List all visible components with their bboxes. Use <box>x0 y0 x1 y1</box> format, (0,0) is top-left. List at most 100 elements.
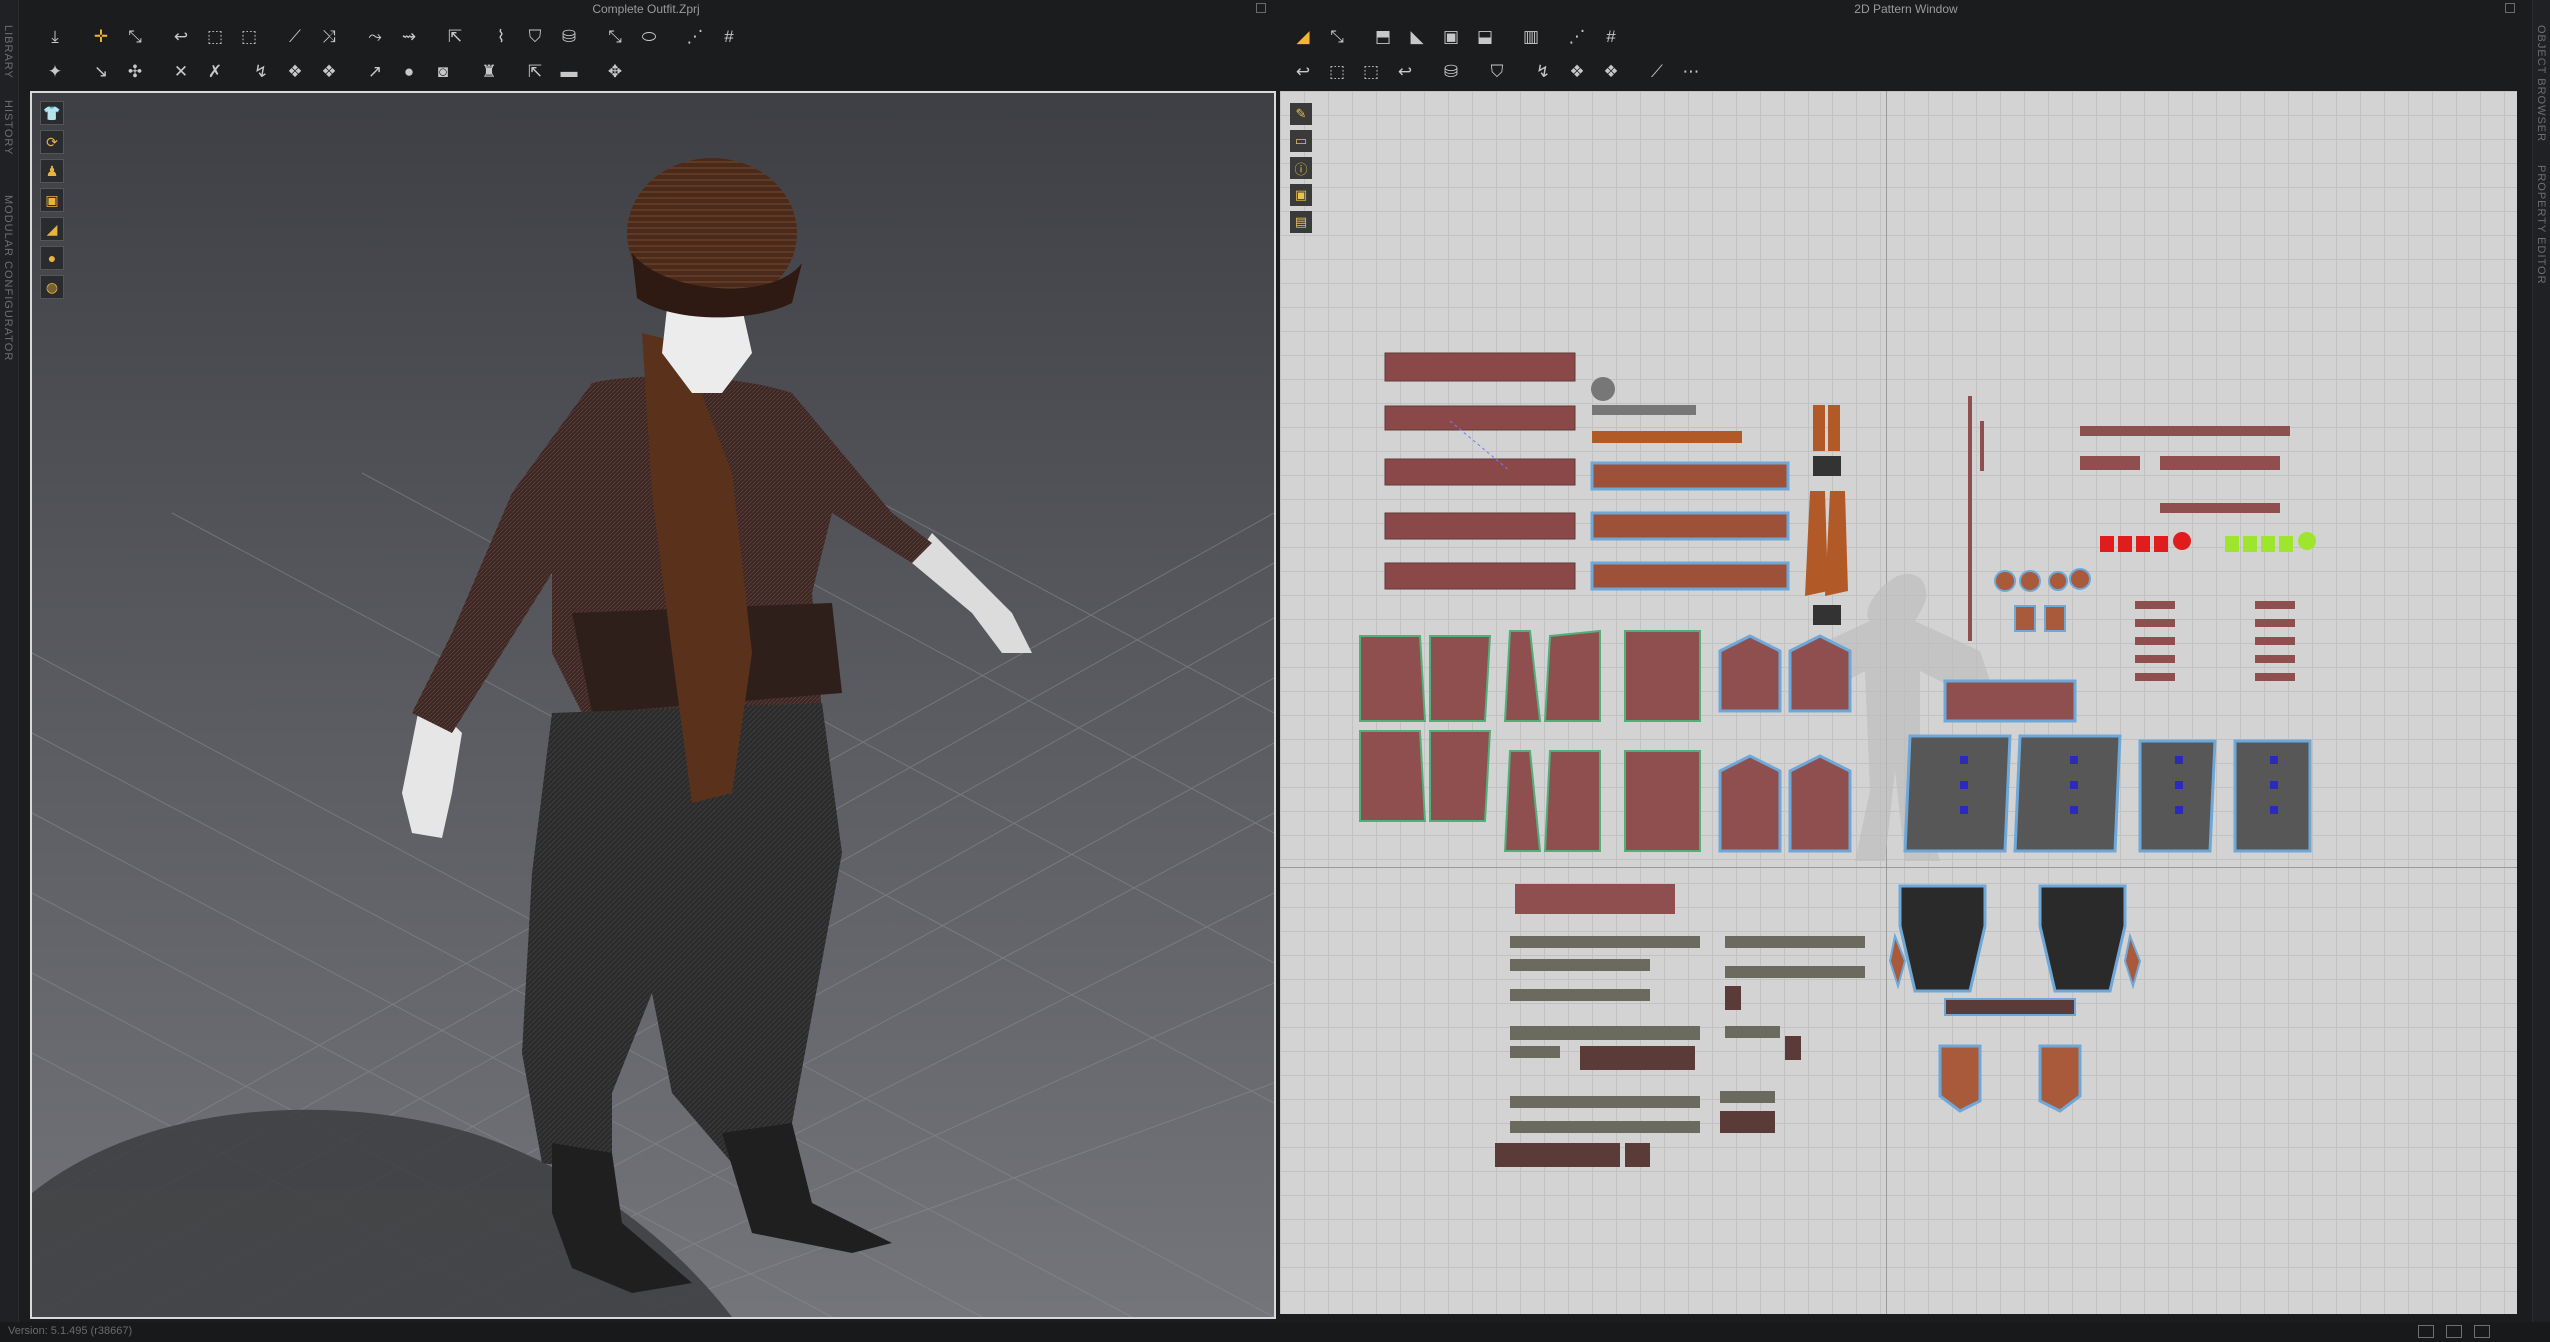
strap-icon[interactable]: ⬭ <box>634 22 664 50</box>
fold-arrange-icon[interactable]: ▬ <box>554 57 584 85</box>
status-bar: Version: 5.1.495 (r38667) <box>0 1322 2550 1342</box>
trim-icon[interactable]: ✣ <box>120 57 150 85</box>
tape-icon[interactable]: ↘ <box>86 57 116 85</box>
simulate-icon[interactable]: ⤓ <box>40 22 70 50</box>
viewport-3d-tools: 👕 ⟳ ♟ ▣ ◢ ● ◍ <box>40 101 64 299</box>
person-icon[interactable]: ● <box>40 246 64 270</box>
polygon-icon[interactable]: ⟋ <box>280 22 310 50</box>
window-2d-title: 2D Pattern Window <box>1854 2 1958 16</box>
strips-top-left <box>1384 352 1576 590</box>
pencil-icon[interactable]: ✎ <box>1290 103 1312 125</box>
globe-icon[interactable]: ◍ <box>40 275 64 299</box>
trace-icon[interactable]: # <box>1596 22 1626 50</box>
measure-icon[interactable]: ⟋ <box>1642 57 1672 85</box>
trim-green-pieces <box>2225 532 2316 552</box>
texture-icon[interactable]: ▣ <box>40 188 64 212</box>
texture-icon[interactable]: ▣ <box>1290 184 1312 206</box>
sculpt-icon[interactable]: ♜ <box>474 57 504 85</box>
select-icon[interactable]: ▭ <box>1290 130 1312 152</box>
property-editor-tab[interactable]: PROPERTY EDITOR <box>2535 165 2547 285</box>
pin-icon[interactable]: ↯ <box>1528 57 1558 85</box>
popout-3d-icon[interactable] <box>1256 3 1266 13</box>
grid-icon[interactable]: # <box>714 22 744 50</box>
history-tab[interactable]: HISTORY <box>2 100 14 156</box>
layer-icon[interactable]: ⇱ <box>520 57 550 85</box>
select-mesh-icon[interactable]: ⤡ <box>120 22 150 50</box>
edit-curvature-icon[interactable]: ⬒ <box>1368 22 1398 50</box>
pin-icon[interactable]: ⌇ <box>486 22 516 50</box>
dart-icon[interactable]: ⋰ <box>1562 22 1592 50</box>
tack-icon[interactable]: ⇱ <box>440 22 470 50</box>
free-sew-icon[interactable]: ↩ <box>1390 57 1420 85</box>
avatar-pose-icon[interactable]: ✦ <box>40 57 70 85</box>
sleeve-pieces <box>1718 634 1852 853</box>
toolbar-3d-row1: ⤓ ✛ ⤡ ↩ ⬚ ⬚ ⟋ ⤨ ⤳ ⇝ ⇱ ⌇ ⛉ ⛁ ⤡ ⬭ ⋰ # <box>40 19 744 53</box>
trim-red-pieces <box>2100 532 2191 552</box>
free-sew-icon[interactable]: ↗ <box>360 57 390 85</box>
graphic-icon[interactable]: ◙ <box>428 57 458 85</box>
pouches <box>1994 568 2091 632</box>
transform-icon[interactable]: ⬚ <box>200 22 230 50</box>
add-point-icon[interactable]: ◣ <box>1402 22 1432 50</box>
symmetry-icon[interactable]: ↯ <box>246 57 276 85</box>
layout-2d-icon[interactable] <box>2474 1325 2490 1338</box>
segment-icon[interactable]: ▥ <box>1516 22 1546 50</box>
rectangle-icon[interactable]: ▣ <box>1436 22 1466 50</box>
seam-allowance-icon[interactable]: ⬚ <box>1322 57 1352 85</box>
edit-pattern-icon[interactable]: ↩ <box>166 22 196 50</box>
object-browser-tab[interactable]: OBJECT BROWSER <box>2535 25 2547 142</box>
edit-pattern-icon[interactable]: ⤡ <box>1322 22 1352 50</box>
pants <box>522 703 842 1173</box>
zipper-icon[interactable]: ⤡ <box>600 22 630 50</box>
sphere-icon[interactable]: ● <box>394 57 424 85</box>
vest-pieces <box>1903 679 2312 853</box>
rectangle-icon[interactable]: ⤨ <box>314 22 344 50</box>
flatten-icon[interactable]: ◢ <box>40 217 64 241</box>
toolbar-3d-row2: ✦ ↘ ✣ ✕ ✗ ↯ ❖ ❖ ↗ ● ◙ ♜ ⇱ ▬ ✥ <box>40 54 630 88</box>
layer-icon[interactable]: ▤ <box>1290 211 1312 233</box>
polygon-icon[interactable]: ⬓ <box>1470 22 1500 50</box>
pattern-pieces <box>1359 352 2316 1167</box>
buttonhole-icon[interactable]: ⛁ <box>554 22 584 50</box>
layout-split-icon[interactable] <box>2446 1325 2462 1338</box>
graphic-icon[interactable]: ❖ <box>1562 57 1592 85</box>
strips-top-middle <box>1590 377 1790 591</box>
window-3d-title: Complete Outfit.Zprj <box>592 2 700 16</box>
fold-icon[interactable]: ⛁ <box>1436 57 1466 85</box>
rotate-icon[interactable]: ⟳ <box>40 130 64 154</box>
bodice-pieces <box>1359 629 1701 852</box>
pants-pieces <box>1898 884 2127 993</box>
layout-3d-icon[interactable] <box>2418 1325 2434 1338</box>
viewport-3d[interactable]: 👕 ⟳ ♟ ▣ ◢ ● ◍ <box>30 91 1276 1319</box>
modular-configurator-tab[interactable]: MODULAR CONFIGURATOR <box>2 195 14 361</box>
move-icon[interactable]: ✥ <box>600 57 630 85</box>
library-tab[interactable]: LIBRARY <box>2 25 14 79</box>
boot-pieces <box>1938 1044 2082 1113</box>
notch-icon[interactable]: ↩ <box>1288 57 1318 85</box>
strips-bottom-left <box>1495 884 1865 1167</box>
avatar-icon[interactable]: ♟ <box>40 159 64 183</box>
ruler-icon[interactable]: ⋯ <box>1676 57 1706 85</box>
button-icon[interactable]: ❖ <box>1596 57 1626 85</box>
tack-icon[interactable]: ⛉ <box>1482 57 1512 85</box>
popout-2d-icon[interactable] <box>2505 3 2515 13</box>
texture-icon[interactable]: ❖ <box>280 57 310 85</box>
shirt-icon[interactable]: 👕 <box>40 101 64 125</box>
sew-icon[interactable]: ❖ <box>314 57 344 85</box>
pattern-window-2d[interactable]: ✎ ▭ ⓘ ▣ ▤ <box>1280 91 2517 1314</box>
measure-icon[interactable]: ⋰ <box>680 22 710 50</box>
right-panel-tabs: OBJECT BROWSER PROPERTY EDITOR <box>2532 0 2550 1322</box>
scene-3d <box>32 158 1274 1317</box>
sew-icon[interactable]: ⬚ <box>1356 57 1386 85</box>
button-icon[interactable]: ⛉ <box>520 22 550 50</box>
ladder-pieces <box>2135 601 2295 681</box>
hair-icon[interactable]: ✕ <box>166 57 196 85</box>
transform-pattern-icon[interactable]: ◢ <box>1288 22 1318 50</box>
fold-icon[interactable]: ⇝ <box>394 22 424 50</box>
tassel-pieces <box>1805 405 1848 625</box>
shoes-icon[interactable]: ✗ <box>200 57 230 85</box>
edit-point-icon[interactable]: ⬚ <box>234 22 264 50</box>
select-move-icon[interactable]: ✛ <box>86 22 116 50</box>
internal-line-icon[interactable]: ⤳ <box>360 22 390 50</box>
info-icon[interactable]: ⓘ <box>1290 157 1312 179</box>
